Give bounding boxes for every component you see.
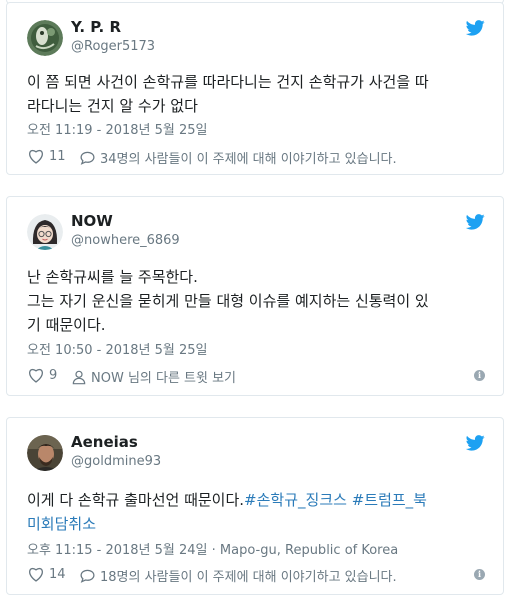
location-link[interactable]: Mapo-gu, Republic of Korea: [220, 543, 398, 558]
twitter-bird-icon[interactable]: [466, 20, 485, 36]
conversation-link[interactable]: 34명의 사람들이 이 주제에 대해 이야기하고 있습니다.: [79, 148, 397, 167]
person-icon: [72, 370, 86, 384]
twitter-bird-icon[interactable]: [466, 435, 485, 451]
tweet-text-line: 미회담취소: [27, 512, 485, 536]
info-icon[interactable]: i: [474, 370, 485, 381]
tweet-card: Y. P. R @Roger5173 이 쯤 되면 사건이 손학규를 따라다니는…: [6, 2, 504, 175]
timestamp-link[interactable]: 오전 11:19 - 2018년 5월 25일: [27, 119, 208, 138]
author-handle[interactable]: @nowhere_6869: [71, 233, 180, 248]
conversation-label: 34명의 사람들이 이 주제에 대해 이야기하고 있습니다.: [100, 152, 397, 167]
tweet-text-line: 기 때문이다.: [27, 316, 106, 334]
author-handle[interactable]: @goldmine93: [71, 454, 161, 469]
tweet-card: NOW @nowhere_6869 난 손학규씨를 늘 주목한다. 그는 자기 …: [6, 196, 504, 396]
hashtag-link-continued[interactable]: 미회담취소: [27, 515, 96, 533]
tweet-text-line: 난 손학규씨를 늘 주목한다.: [27, 268, 198, 286]
author-name[interactable]: Aeneias: [71, 433, 138, 451]
heart-icon: [29, 368, 43, 383]
like-count: 14: [49, 566, 66, 582]
like-action[interactable]: 9: [27, 367, 57, 383]
avatar[interactable]: [27, 214, 63, 250]
conversation-label: 18명의 사람들이 이 주제에 대해 이야기하고 있습니다.: [100, 570, 397, 585]
like-count: 11: [49, 148, 66, 164]
like-action[interactable]: 14: [27, 566, 66, 582]
avatar[interactable]: [27, 435, 63, 471]
tweet-actions: 14 18명의 사람들이 이 주제에 대해 이야기하고 있습니다. i: [27, 566, 485, 585]
tweet-actions: 11 34명의 사람들이 이 주제에 대해 이야기하고 있습니다.: [27, 148, 485, 167]
like-action[interactable]: 11: [27, 148, 66, 164]
avatar[interactable]: [27, 20, 63, 56]
conversation-link[interactable]: 18명의 사람들이 이 주제에 대해 이야기하고 있습니다.: [79, 566, 397, 585]
timestamp-link[interactable]: 오후 11:15 - 2018년 5월 24일: [27, 543, 208, 558]
speech-bubble-icon: [80, 151, 95, 165]
profile-link[interactable]: NOW 님의 다른 트윗 보기: [71, 367, 236, 386]
tweet-text: 난 손학규씨를 늘 주목한다. 그는 자기 운신을 묻히게 만들 대형 이슈를 …: [27, 265, 485, 337]
author-name[interactable]: Y. P. R: [71, 18, 121, 36]
author-handle[interactable]: @Roger5173: [71, 39, 155, 54]
timestamp-link[interactable]: 오전 10:50 - 2018년 5월 25일: [27, 339, 208, 358]
tweet-card: Aeneias @goldmine93 이게 다 손학규 출마선언 때문이다.#…: [6, 417, 504, 595]
profile-link-label: NOW 님의 다른 트윗 보기: [91, 371, 237, 386]
hashtag-link[interactable]: #손학규_징크스: [244, 491, 347, 509]
speech-bubble-icon: [80, 569, 95, 583]
tweet-meta: 오후 11:15 - 2018년 5월 24일 · Mapo-gu, Repub…: [27, 539, 398, 558]
tweet-text: 이게 다 손학규 출마선언 때문이다.#손학규_징크스 #트럼프_북 미회담취소: [27, 488, 485, 536]
tweet-text: 이 쯤 되면 사건이 손학규를 따라다니는 건지 손학규가 사건을 따 라다니는…: [27, 70, 485, 118]
twitter-bird-icon[interactable]: [466, 214, 485, 230]
hashtag-link[interactable]: #트럼프_북: [352, 491, 427, 509]
heart-icon: [29, 567, 43, 582]
meta-separator: ·: [207, 543, 220, 558]
tweet-text-line: 라다니는 건지 알 수가 없다: [27, 97, 198, 115]
heart-icon: [29, 149, 43, 164]
tweet-actions: 9 NOW 님의 다른 트윗 보기 i: [27, 367, 485, 386]
info-icon[interactable]: i: [474, 569, 485, 580]
tweet-text-line: 이게 다 손학규 출마선언 때문이다.#손학규_징크스 #트럼프_북: [27, 488, 485, 512]
tweet-text-plain: 이게 다 손학규 출마선언 때문이다.: [27, 491, 245, 509]
author-name[interactable]: NOW: [71, 212, 113, 230]
tweet-text-line: 이 쯤 되면 사건이 손학규를 따라다니는 건지 손학규가 사건을 따: [27, 73, 429, 91]
tweet-text-line: 그는 자기 운신을 묻히게 만들 대형 이슈를 예지하는 신통력이 있: [27, 292, 429, 310]
like-count: 9: [49, 367, 58, 383]
